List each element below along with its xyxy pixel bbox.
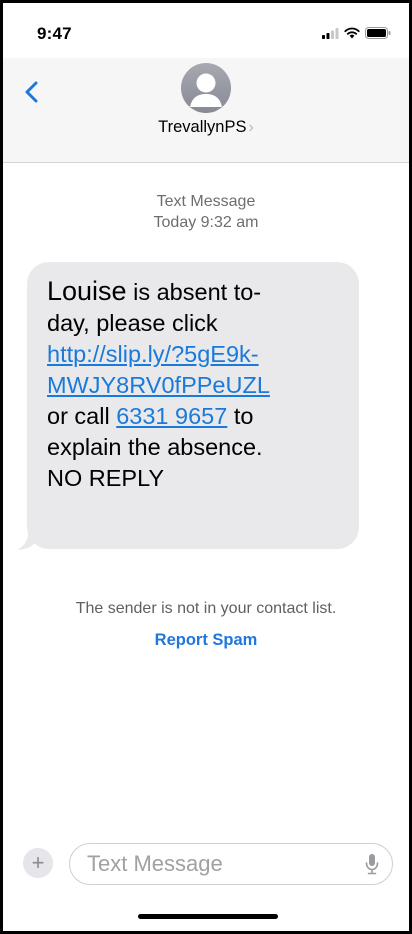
- conversation-header: TrevallynPS ›: [3, 58, 409, 163]
- wifi-icon: [344, 27, 360, 39]
- message-text: explain the absence.: [47, 434, 263, 460]
- sender-notice: The sender is not in your contact list.: [75, 600, 337, 617]
- message-input[interactable]: [69, 843, 393, 885]
- status-time: 9:47: [37, 24, 72, 43]
- back-button[interactable]: [19, 78, 49, 108]
- message-meta: Text Message Today 9:32 am: [3, 191, 409, 233]
- message-timestamp: Today 9:32 am: [153, 214, 259, 231]
- message-text: or call: [47, 403, 117, 429]
- microphone-icon[interactable]: [365, 853, 379, 875]
- message-text: to: [227, 403, 254, 429]
- battery-icon: [365, 27, 391, 39]
- contact-name-row[interactable]: TrevallynPS ›: [3, 118, 409, 137]
- person-silhouette-icon: [190, 73, 222, 107]
- phone-screen: 9:47 TrevallynPS › Text Message Today 9:…: [3, 3, 409, 931]
- service-label: Text Message: [156, 193, 256, 210]
- contact-name: TrevallynPS: [158, 118, 247, 136]
- status-bar: 9:47: [3, 3, 409, 63]
- chevron-left-icon: [25, 81, 38, 103]
- absence-link[interactable]: http://slip.ly/?5gE9k-: [47, 341, 259, 367]
- message-bubble[interactable]: Louise is absent to- day, please click h…: [27, 262, 359, 549]
- report-spam-button[interactable]: Report Spam: [3, 631, 409, 650]
- phone-link[interactable]: 6331 9657: [116, 403, 227, 429]
- status-icons: [322, 27, 391, 39]
- chevron-right-icon: ›: [248, 119, 254, 136]
- add-attachment-button[interactable]: +: [23, 848, 53, 878]
- absence-link[interactable]: MWJY8RV0fPPeUZL: [47, 372, 270, 398]
- avatar[interactable]: [181, 63, 231, 113]
- cellular-signal-icon: [322, 27, 339, 39]
- home-indicator[interactable]: [138, 914, 278, 919]
- message-text: NO REPLY: [47, 465, 165, 491]
- message-text: is absent to-: [126, 279, 262, 305]
- message-text: day, please click: [47, 310, 218, 336]
- message-name: Louise: [47, 276, 127, 306]
